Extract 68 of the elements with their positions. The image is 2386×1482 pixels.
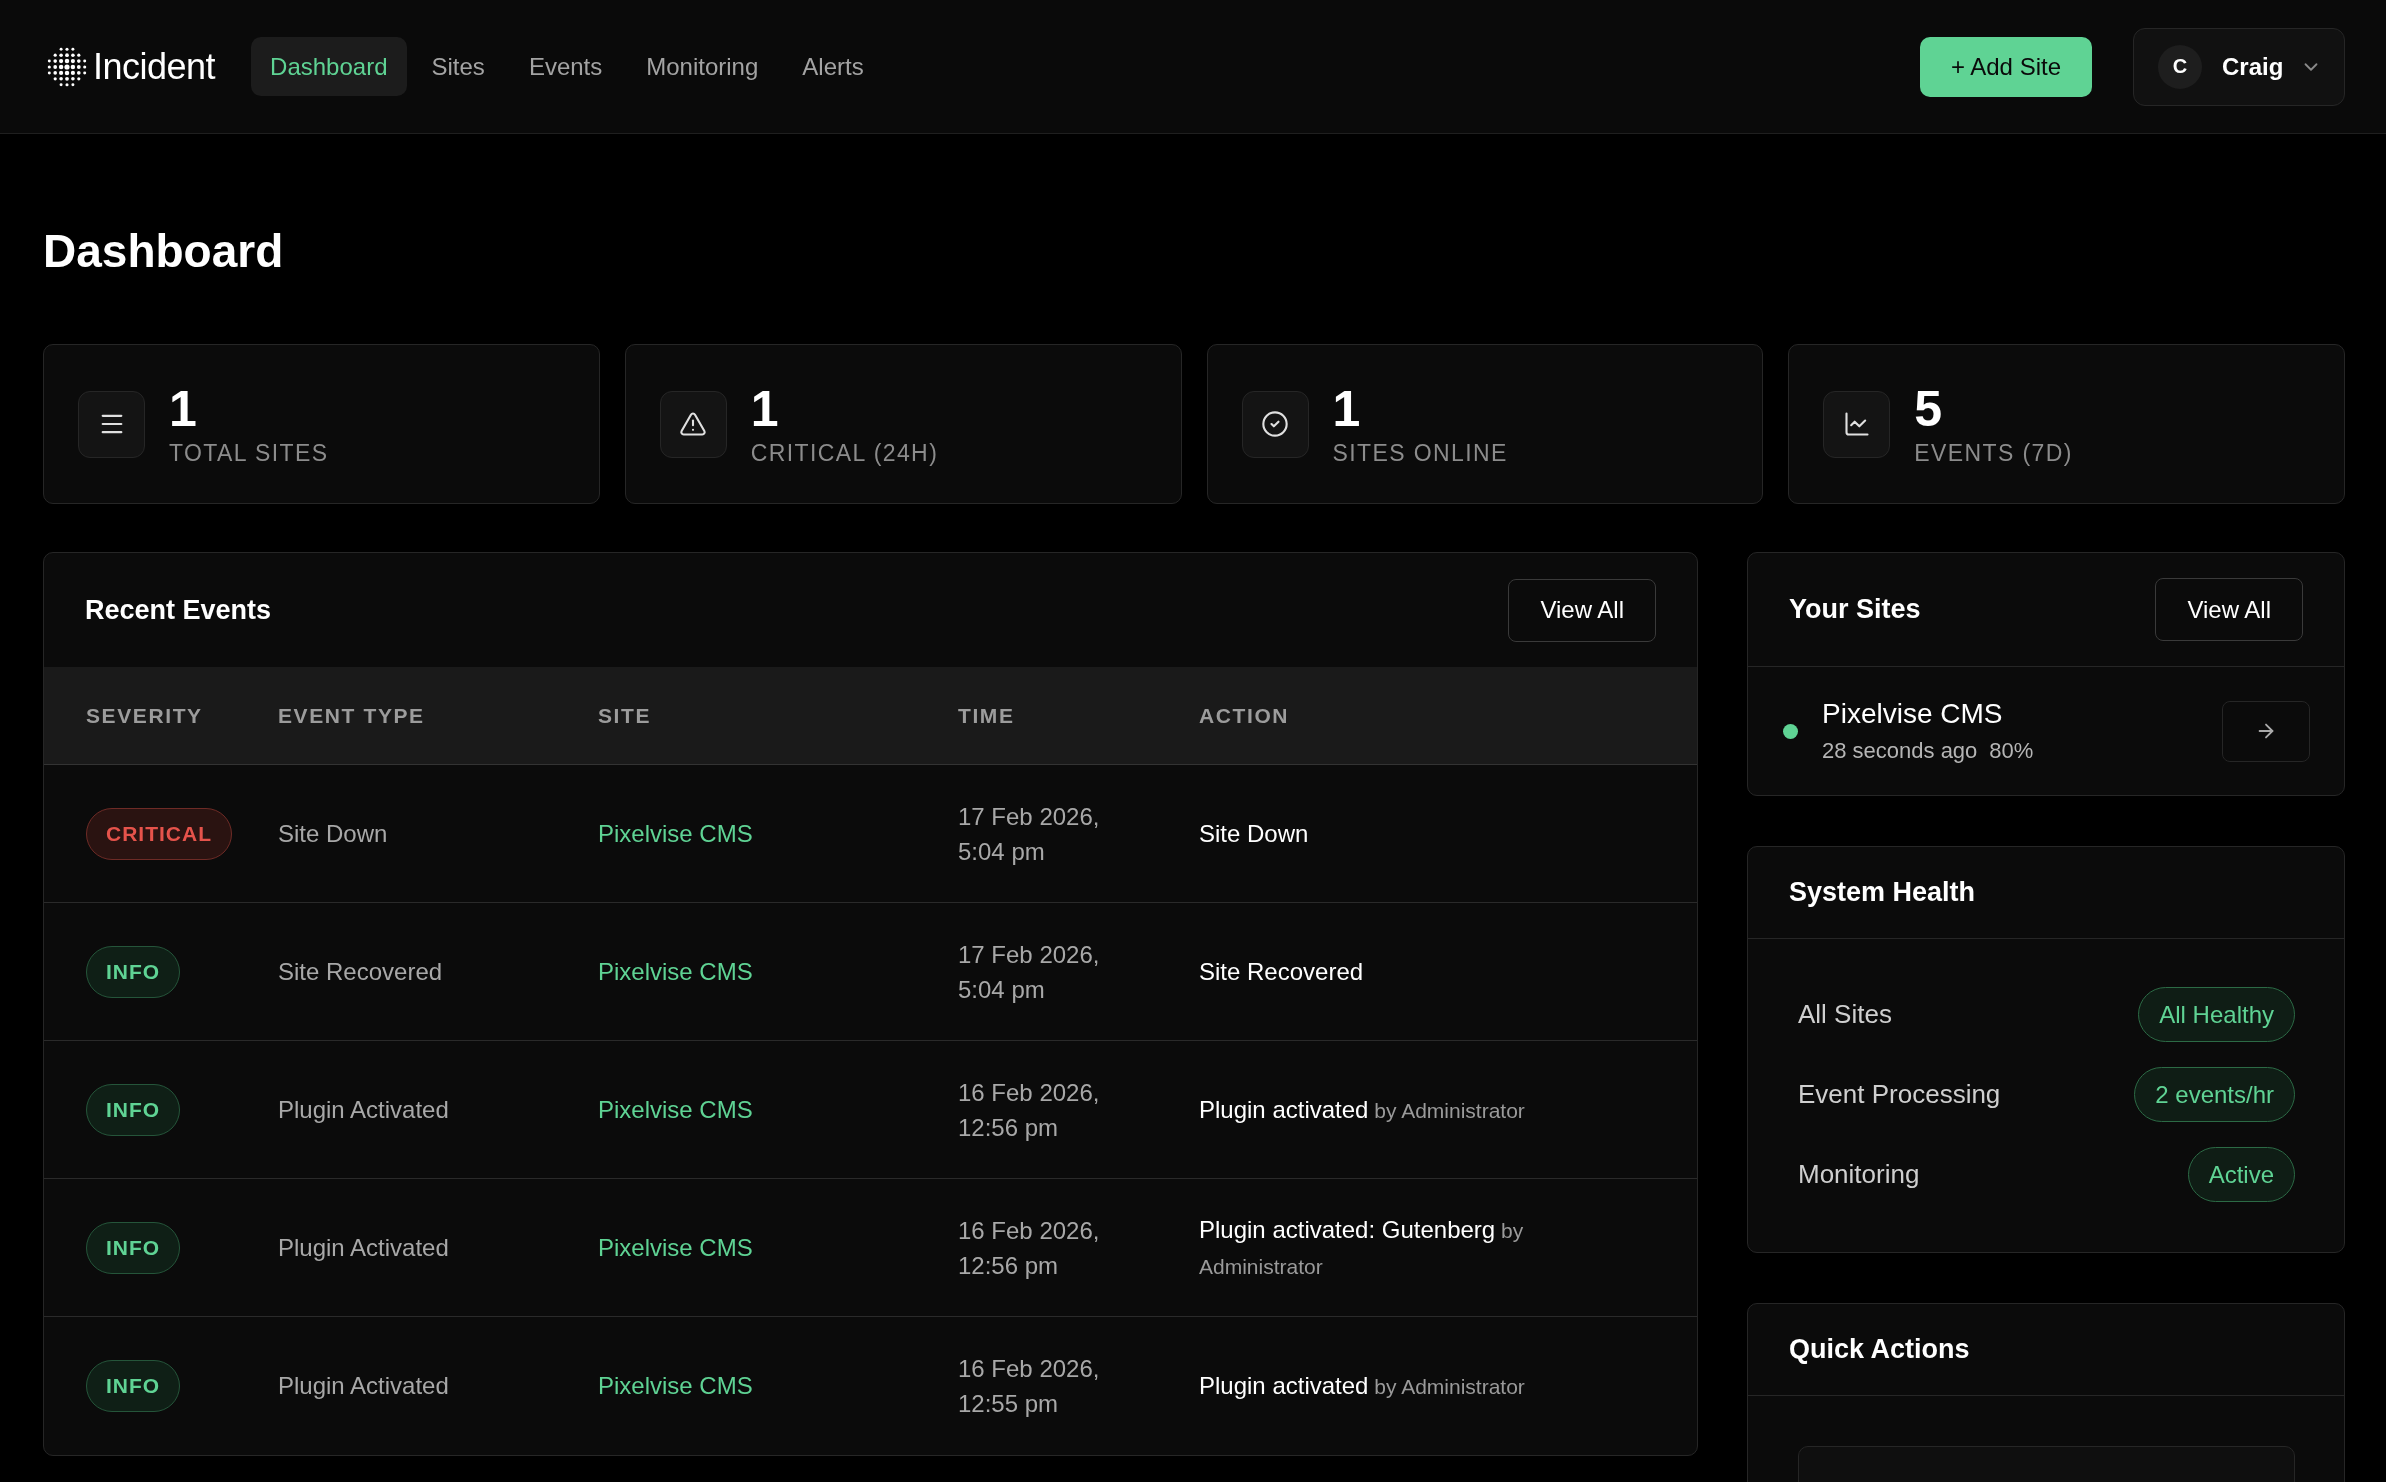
column-header: ACTION (1199, 703, 1290, 728)
site-link[interactable]: Pixelvise CMS (598, 1372, 753, 1400)
stat-label: EVENTS (7D) (1914, 438, 2073, 468)
logo-text: Incident (93, 45, 216, 88)
severity-badge: CRITICAL (86, 807, 232, 860)
health-label: Event Processing (1798, 1079, 2001, 1110)
panel-title: System Health (1789, 877, 1976, 908)
event-type-text: Plugin Activated (278, 1233, 449, 1262)
event-type-text: Plugin Activated (278, 1372, 449, 1400)
user-menu[interactable]: C Craig (2133, 27, 2345, 106)
panel-title: Recent Events (85, 594, 272, 626)
time-text: 16 Feb 2026, 12:56 pm (958, 1077, 1101, 1143)
column-header: TIME (958, 703, 1015, 728)
add-site-button[interactable]: + Add Site (1919, 36, 2092, 97)
panel-title: Quick Actions (1789, 1334, 1970, 1365)
stat-label: CRITICAL (24H) (750, 438, 939, 468)
time-text: 16 Feb 2026, 12:56 pm (958, 1215, 1101, 1281)
stat-value: 1 (1332, 381, 1362, 437)
severity-badge: INFO (86, 1083, 181, 1136)
stat-label: TOTAL SITES (169, 438, 329, 468)
status-pill: All Healthy (2138, 987, 2295, 1042)
status-pill: 2 events/hr (2134, 1067, 2295, 1122)
site-link[interactable]: Pixelvise CMS (598, 1095, 753, 1124)
action-text: Plugin activated: Gutenberg by Administrator (1199, 1214, 1525, 1280)
panel-title: Your Sites (1789, 594, 1921, 625)
stat-value: 1 (169, 381, 198, 437)
site-meta-text: 28 seconds ago (1822, 738, 1978, 764)
site-name: Pixelvise CMS (1822, 698, 2004, 730)
event-type-text: Site Recovered (278, 957, 443, 986)
avatar: C (2158, 44, 2202, 89)
column-header: SEVERITY (86, 703, 203, 728)
column-header: EVENT TYPE (278, 703, 425, 728)
action-text: Site Down (1199, 819, 1309, 849)
stat-label: SITES ONLINE (1332, 438, 1508, 468)
view-all-button[interactable]: View All (1508, 578, 1656, 642)
action-text: Plugin activated by Administrator (1199, 1371, 1525, 1401)
time-text: 16 Feb 2026, 12:55 pm (958, 1354, 1101, 1419)
site-link[interactable]: Pixelvise CMS (598, 1233, 753, 1262)
severity-badge: INFO (86, 1360, 181, 1412)
nav-tab[interactable]: Monitoring (627, 37, 778, 96)
column-header: SITE (598, 703, 652, 728)
warning-icon (659, 390, 727, 458)
health-label: Monitoring (1798, 1159, 1920, 1190)
event-type-text: Plugin Activated (278, 1095, 449, 1124)
time-text: 17 Feb 2026, 5:04 pm (958, 939, 1101, 1005)
nav-tab[interactable]: Events (509, 37, 622, 96)
menu-icon (78, 390, 145, 458)
nav-tab[interactable]: Sites (412, 37, 504, 96)
logo-icon (46, 45, 88, 88)
event-type-text: Site Down (278, 819, 388, 848)
nav-tab[interactable]: Alerts (783, 37, 883, 96)
site-meta-text: 80% (1989, 738, 2034, 764)
line-chart-icon (1823, 390, 1891, 458)
severity-badge: INFO (86, 945, 181, 998)
stat-value: 5 (1914, 381, 1944, 437)
stat-value: 1 (750, 381, 780, 437)
nav-tab[interactable]: Dashboard (251, 37, 407, 96)
time-text: 17 Feb 2026, 5:04 pm (958, 801, 1101, 867)
site-arrow-button[interactable] (2222, 700, 2310, 762)
status-pill: Active (2187, 1147, 2295, 1202)
page-title: Dashboard (43, 224, 284, 279)
view-all-button[interactable]: View All (2155, 578, 2303, 641)
site-link[interactable]: Pixelvise CMS (598, 957, 753, 986)
site-link[interactable]: Pixelvise CMS (598, 819, 753, 848)
action-text: Plugin activated by Administrator (1199, 1094, 1525, 1125)
health-label: All Sites (1798, 999, 1892, 1030)
severity-badge: INFO (86, 1221, 181, 1274)
action-text: Site Recovered (1199, 957, 1364, 987)
